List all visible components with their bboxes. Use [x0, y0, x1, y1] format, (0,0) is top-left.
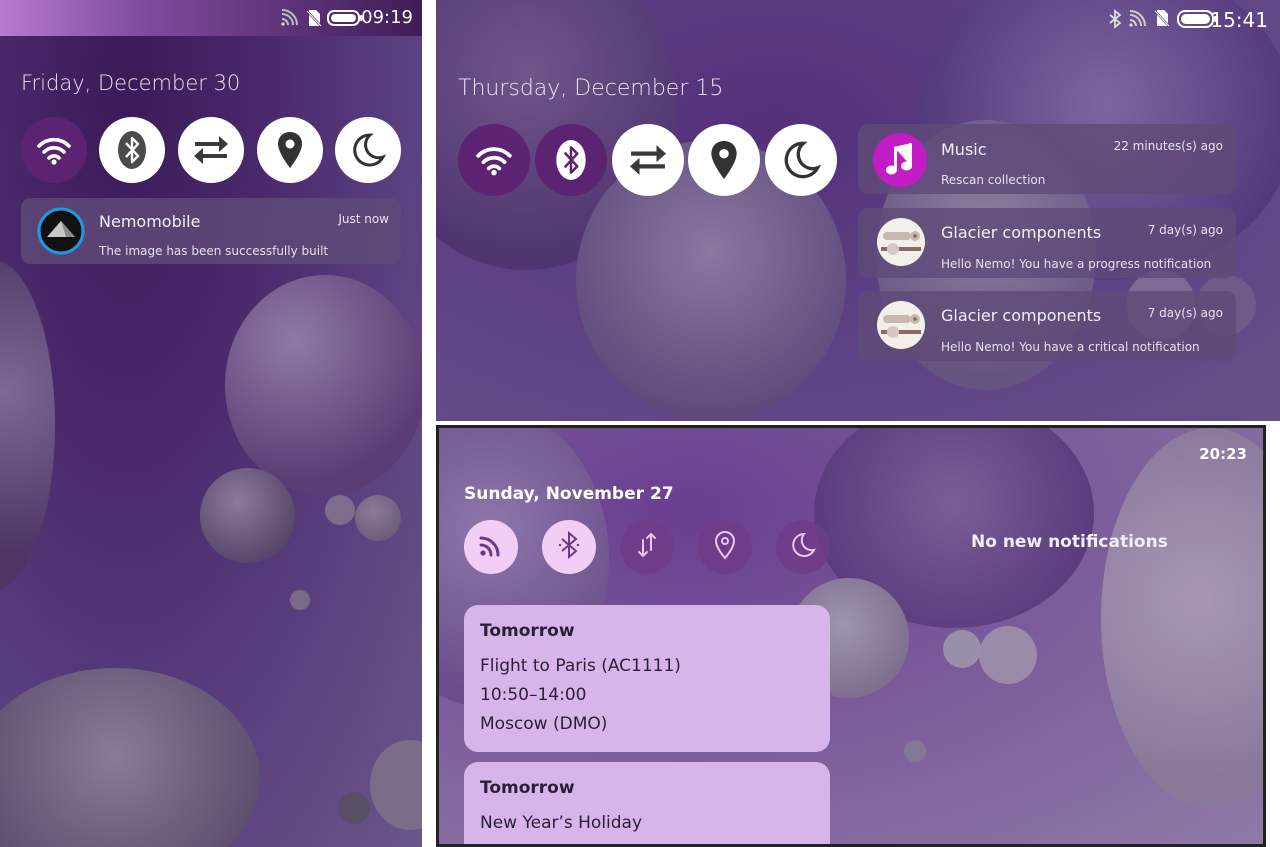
location-icon — [713, 530, 737, 564]
no-sim-icon — [306, 9, 322, 31]
event-card[interactable]: Tomorrow Flight to Paris (AC1111) 10:50–… — [464, 605, 830, 752]
bluetooth-toggle[interactable] — [542, 520, 596, 574]
date-label: Thursday, December 15 — [458, 76, 724, 101]
wifi-icon — [475, 144, 513, 176]
nemomobile-logo-icon — [37, 207, 85, 259]
lockscreen-panel-1: 09:19 Friday, December 30 Nemomobile Jus… — [0, 0, 422, 847]
location-toggle[interactable] — [257, 117, 323, 183]
notification-time: 22 minutes(s) ago — [1113, 139, 1223, 153]
night-mode-icon — [781, 140, 821, 180]
music-note-icon — [873, 133, 927, 191]
notification-time: 7 day(s) ago — [1147, 306, 1223, 320]
wifi-toggle[interactable] — [21, 117, 87, 183]
notification-app: Nemomobile — [99, 212, 201, 231]
bluetooth-status-icon — [1108, 9, 1122, 33]
no-sim-icon — [1154, 9, 1170, 31]
data-transfer-icon — [626, 142, 670, 178]
notification-app: Glacier components — [941, 306, 1102, 325]
date-label: Sunday, November 27 — [464, 484, 674, 504]
night-mode-toggle[interactable] — [335, 117, 401, 183]
status-bar: 09:19 — [0, 0, 422, 36]
location-icon — [276, 131, 304, 169]
battery-icon — [327, 9, 363, 31]
lockscreen-panel-3: 20:23 Sunday, November 27 No new notific… — [436, 425, 1266, 847]
notification-app: Glacier components — [941, 223, 1102, 242]
empty-notifications-label: No new notifications — [971, 532, 1168, 552]
notification-app: Music — [941, 140, 987, 159]
clock: 15:41 — [1210, 8, 1268, 32]
night-mode-icon — [350, 132, 386, 168]
night-mode-toggle[interactable] — [776, 520, 830, 574]
notification-card[interactable]: Nemomobile Just now The image has been s… — [21, 198, 401, 264]
rss-wifi-icon — [477, 531, 505, 563]
clock: 20:23 — [1199, 445, 1247, 463]
notification-body: The image has been successfully built — [99, 244, 329, 258]
rss-signal-icon — [1128, 10, 1146, 32]
data-transfer-icon — [634, 532, 660, 562]
bluetooth-icon — [555, 139, 587, 181]
clock: 09:19 — [361, 7, 413, 28]
rss-signal-icon — [280, 9, 298, 31]
notification-card[interactable]: Glacier components 7 day(s) ago Hello Ne… — [858, 291, 1236, 361]
data-transfer-icon — [191, 133, 231, 167]
wifi-toggle[interactable] — [458, 124, 530, 196]
location-toggle[interactable] — [698, 520, 752, 574]
notification-body: Hello Nemo! You have a critical notifica… — [941, 340, 1200, 354]
event-title: New Year’s Holiday — [480, 813, 643, 833]
event-when: Tomorrow — [480, 621, 575, 641]
data-toggle[interactable] — [612, 124, 684, 196]
notification-body: Rescan collection — [941, 173, 1046, 187]
bluetooth-toggle[interactable] — [99, 117, 165, 183]
bluetooth-icon — [558, 530, 580, 564]
data-toggle[interactable] — [178, 117, 244, 183]
night-mode-icon — [789, 531, 817, 563]
lockscreen-panel-2: 15:41 Thursday, December 15 Music 22 min… — [436, 0, 1280, 421]
event-title: Flight to Paris (AC1111) — [480, 656, 681, 676]
notification-card[interactable]: Glacier components 7 day(s) ago Hello Ne… — [858, 208, 1236, 278]
event-card[interactable]: Tomorrow New Year’s Holiday — [464, 762, 830, 844]
event-place: Moscow (DMO) — [480, 714, 608, 734]
event-time: 10:50–14:00 — [480, 685, 587, 705]
bluetooth-toggle[interactable] — [535, 124, 607, 196]
glacier-components-icon — [877, 218, 925, 270]
notification-time: 7 day(s) ago — [1147, 223, 1223, 237]
date-label: Friday, December 30 — [21, 71, 241, 95]
notification-time: Just now — [338, 212, 389, 226]
night-mode-toggle[interactable] — [765, 124, 837, 196]
event-when: Tomorrow — [480, 778, 575, 798]
location-toggle[interactable] — [688, 124, 760, 196]
notification-body: Hello Nemo! You have a progress notifica… — [941, 257, 1212, 271]
data-toggle[interactable] — [620, 520, 674, 574]
location-icon — [709, 140, 739, 180]
wifi-toggle[interactable] — [464, 520, 518, 574]
glacier-components-icon — [877, 301, 925, 353]
notification-card[interactable]: Music 22 minutes(s) ago Rescan collectio… — [858, 124, 1236, 194]
bluetooth-icon — [117, 130, 147, 170]
wifi-icon — [36, 135, 72, 165]
